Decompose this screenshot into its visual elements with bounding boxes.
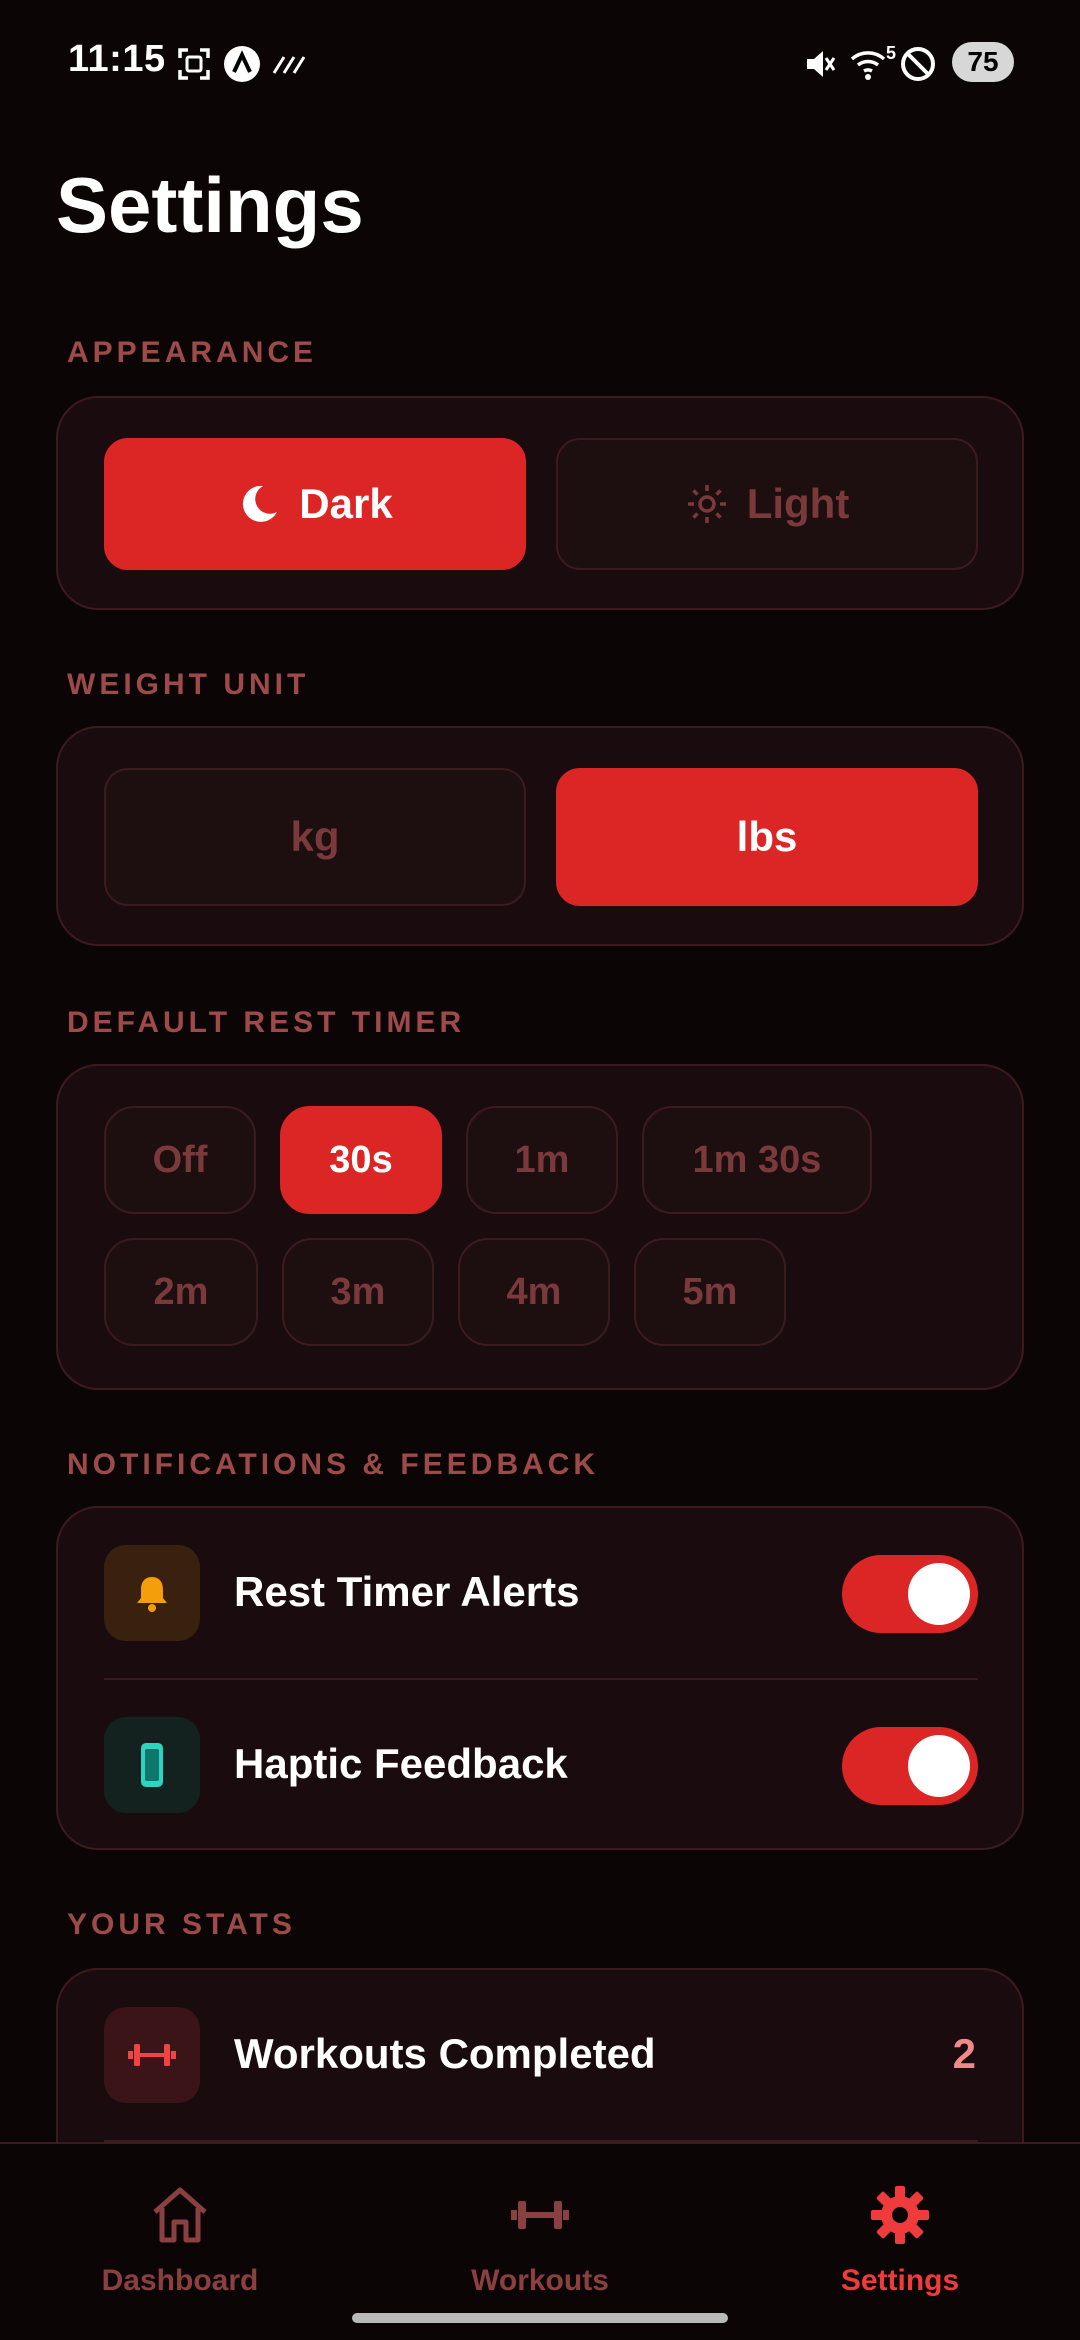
dumbbell-icon — [507, 2182, 573, 2248]
dumbbell-icon — [104, 2007, 200, 2103]
do-not-disturb-icon — [898, 44, 938, 84]
theme-light-button[interactable]: Light — [556, 438, 978, 570]
weight-unit-card: kg lbs — [56, 726, 1024, 946]
notifications-section-label: NOTIFICATIONS & FEEDBACK — [67, 1448, 600, 1481]
status-time: 11:15 — [68, 38, 166, 80]
unit-lbs-label: lbs — [736, 813, 798, 860]
theme-dark-button[interactable]: Dark — [104, 438, 526, 570]
status-bar: 11:15 5 75 — [0, 0, 1080, 130]
home-indicator[interactable] — [352, 2313, 728, 2323]
haptic-feedback-label: Haptic Feedback — [234, 1740, 568, 1787]
rest-option-30s[interactable]: 30s — [280, 1106, 442, 1214]
wifi-badge: 5 — [885, 42, 896, 63]
toggle-knob — [908, 1563, 970, 1625]
unit-lbs-button[interactable]: lbs — [556, 768, 978, 906]
rest-option-4m[interactable]: 4m — [458, 1238, 610, 1346]
weight-unit-section-label: WEIGHT UNIT — [67, 668, 310, 701]
settings-screen: 11:15 5 75 Settings APPEARANCE Dark Ligh… — [0, 0, 1080, 2340]
page-title: Settings — [56, 161, 364, 249]
nav-workouts-label: Workouts — [471, 2264, 609, 2297]
appearance-section-label: APPEARANCE — [67, 336, 318, 369]
nav-settings[interactable]: Settings — [770, 2182, 1030, 2302]
home-icon — [147, 2182, 213, 2248]
haptic-feedback-toggle[interactable] — [842, 1727, 978, 1805]
rest-option-2m[interactable]: 2m — [104, 1238, 258, 1346]
gear-icon — [867, 2182, 933, 2248]
nav-dashboard-label: Dashboard — [101, 2264, 259, 2297]
workouts-completed-value: 2 — [952, 2030, 976, 2077]
rest-option-1m[interactable]: 1m — [466, 1106, 618, 1214]
toggle-knob — [908, 1735, 970, 1797]
rest-option-off[interactable]: Off — [104, 1106, 256, 1214]
battery-indicator: 75 — [952, 42, 1014, 82]
nav-settings-label: Settings — [840, 2264, 960, 2297]
app-notification-icon — [222, 44, 262, 84]
wifi-icon: 5 — [848, 42, 898, 84]
moon-icon — [237, 482, 281, 526]
workouts-completed-label: Workouts Completed — [234, 2030, 656, 2077]
stats-section-label: YOUR STATS — [67, 1908, 296, 1941]
nav-dashboard[interactable]: Dashboard — [50, 2182, 310, 2302]
rest-option-1m30s[interactable]: 1m 30s — [642, 1106, 872, 1214]
haptic-feedback-row: Haptic Feedback — [58, 1680, 1022, 1850]
rest-timer-section-label: DEFAULT REST TIMER — [67, 1006, 466, 1039]
rest-option-5m[interactable]: 5m — [634, 1238, 786, 1346]
screenshot-icon — [174, 44, 214, 84]
theme-light-label: Light — [746, 480, 850, 527]
mute-icon — [800, 44, 840, 84]
unit-kg-button[interactable]: kg — [104, 768, 526, 906]
nav-workouts[interactable]: Workouts — [410, 2182, 670, 2302]
bottom-navigation: Dashboard Workouts Settings — [0, 2142, 1080, 2340]
rest-option-3m[interactable]: 3m — [282, 1238, 434, 1346]
phone-icon — [104, 1717, 200, 1813]
appearance-card: Dark Light — [56, 396, 1024, 610]
rest-timer-alerts-toggle[interactable] — [842, 1555, 978, 1633]
theme-dark-label: Dark — [299, 480, 393, 527]
rest-timer-alerts-row: Rest Timer Alerts — [58, 1508, 1022, 1678]
workouts-completed-row: Workouts Completed 2 — [58, 1970, 1022, 2140]
unit-kg-label: kg — [290, 813, 340, 860]
notifications-card: Rest Timer Alerts Haptic Feedback — [56, 1506, 1024, 1850]
rest-timer-alerts-label: Rest Timer Alerts — [234, 1568, 580, 1615]
sun-icon — [685, 482, 729, 526]
rest-timer-card: Off 30s 1m 1m 30s 2m 3m 4m 5m — [56, 1064, 1024, 1390]
data-saver-icon — [270, 44, 310, 84]
bell-icon — [104, 1545, 200, 1641]
